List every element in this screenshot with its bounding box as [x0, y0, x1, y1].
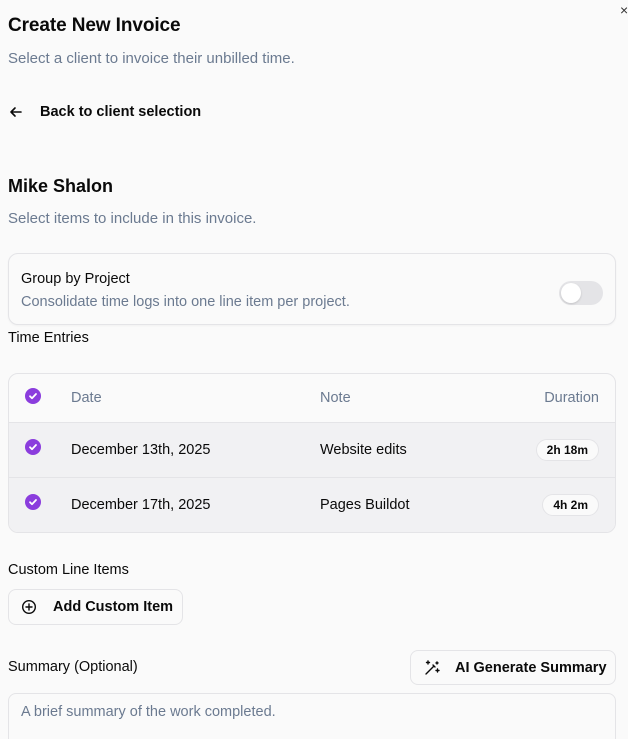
back-link-label: Back to client selection [40, 104, 202, 120]
group-by-project-card: Group by Project Consolidate time logs i… [8, 253, 616, 325]
custom-line-items-label: Custom Line Items [8, 562, 129, 578]
column-header-duration: Duration [544, 390, 599, 406]
time-entries-label: Time Entries [8, 330, 89, 346]
close-icon[interactable]: × [620, 3, 628, 17]
check-icon [29, 393, 37, 400]
duration-badge: 2h 18m [535, 439, 599, 461]
client-instruction: Select items to include in this invoice. [8, 210, 257, 227]
group-by-project-title: Group by Project [21, 271, 130, 287]
client-name: Mike Shalon [8, 176, 114, 196]
entry-date: December 13th, 2025 [71, 442, 211, 458]
group-by-project-toggle[interactable] [559, 281, 603, 305]
ai-generate-summary-button[interactable]: AI Generate Summary [410, 650, 616, 685]
row-checkbox[interactable] [25, 494, 41, 510]
add-custom-item-button[interactable]: Add Custom Item [8, 589, 183, 625]
toggle-knob [561, 283, 581, 303]
back-to-client-selection-link[interactable]: Back to client selection [8, 104, 201, 120]
summary-label: Summary (Optional) [8, 659, 138, 675]
select-all-checkbox[interactable] [25, 388, 41, 404]
check-icon [29, 444, 37, 451]
row-checkbox[interactable] [25, 439, 41, 455]
table-row[interactable]: December 17th, 2025 Pages Buildot 4h 2m [9, 478, 615, 532]
entry-date: December 17th, 2025 [71, 497, 211, 513]
table-row[interactable]: December 13th, 2025 Website edits 2h 18m [9, 423, 615, 478]
group-by-project-description: Consolidate time logs into one line item… [21, 294, 350, 310]
check-icon [29, 499, 37, 506]
time-entries-table: Date Note Duration December 13th, 2025 W… [8, 373, 616, 533]
entry-note: Website edits [320, 442, 407, 458]
duration-badge: 4h 2m [542, 494, 599, 516]
summary-textarea[interactable] [8, 693, 616, 739]
table-header-row: Date Note Duration [9, 374, 615, 423]
page-subtitle: Select a client to invoice their unbille… [8, 50, 295, 67]
magic-wand-icon [425, 659, 440, 675]
ai-generate-summary-label: AI Generate Summary [455, 659, 607, 676]
arrow-left-icon [10, 107, 22, 117]
column-header-date: Date [71, 390, 102, 406]
add-custom-item-label: Add Custom Item [53, 599, 174, 615]
page-title: Create New Invoice [8, 15, 181, 36]
entry-note: Pages Buildot [320, 497, 410, 513]
column-header-note: Note [320, 390, 351, 406]
plus-circle-icon [21, 599, 37, 615]
